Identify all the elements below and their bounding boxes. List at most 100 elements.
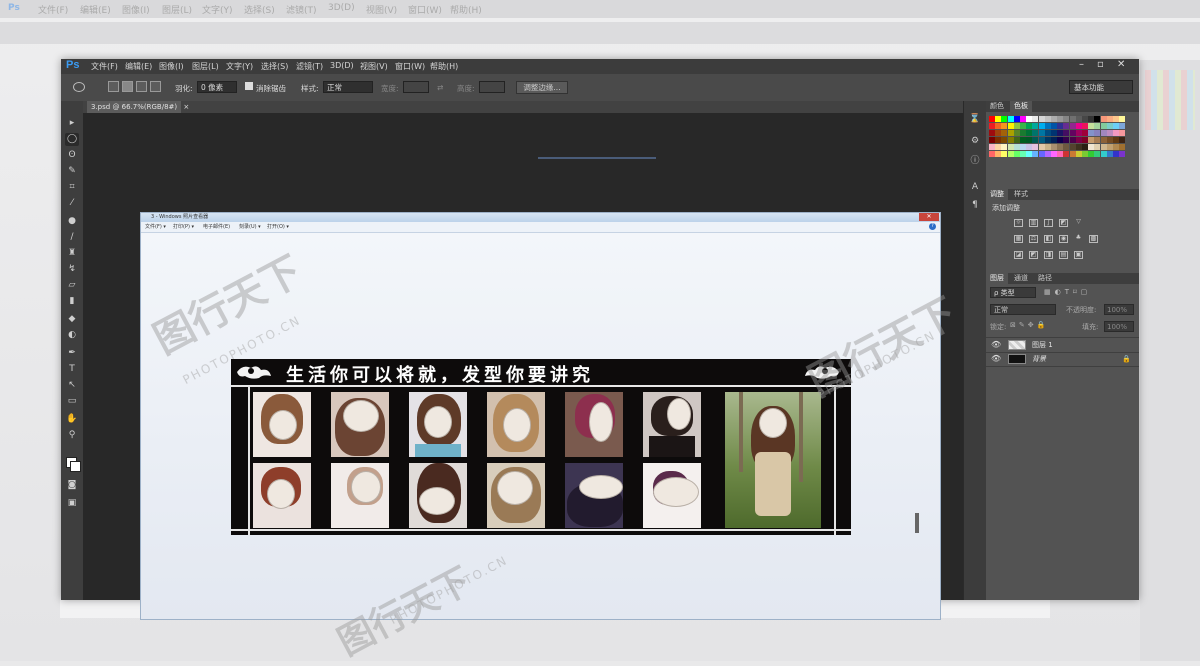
color-swatch[interactable]	[989, 130, 995, 136]
menu-file[interactable]: 文件(F)	[91, 61, 118, 72]
color-swatch[interactable]	[1007, 116, 1014, 122]
color-swatch[interactable]	[1051, 144, 1057, 150]
new-selection-icon[interactable]	[108, 81, 119, 92]
color-swatch[interactable]	[1063, 151, 1070, 157]
color-swatch[interactable]	[1094, 151, 1101, 157]
color-swatch[interactable]	[1082, 137, 1088, 143]
color-swatch[interactable]	[1094, 116, 1101, 122]
color-swatch[interactable]	[1057, 151, 1064, 157]
document-tab[interactable]: 3.psd @ 66.7%(RGB/8#) ×	[87, 101, 189, 113]
layer-row[interactable]: 👁 图层 1	[986, 337, 1139, 353]
levels-icon[interactable]: ▥	[1029, 219, 1038, 227]
color-swatch[interactable]	[1069, 123, 1076, 129]
swatches-grid[interactable]	[989, 116, 1127, 176]
color-swatch[interactable]	[1001, 137, 1008, 143]
color-swatch[interactable]	[1044, 116, 1051, 122]
color-swatch[interactable]	[1038, 137, 1045, 143]
eyedropper-icon[interactable]: ⁄	[65, 197, 79, 210]
color-swatch[interactable]	[1113, 137, 1119, 143]
color-swatch[interactable]	[1063, 123, 1070, 129]
color-swatch[interactable]	[1106, 144, 1113, 150]
color-swatch[interactable]	[1106, 130, 1113, 136]
color-swatch[interactable]	[1082, 116, 1088, 122]
color-swatch[interactable]	[1106, 116, 1113, 122]
color-swatch[interactable]	[989, 144, 995, 150]
color-swatch[interactable]	[1082, 123, 1088, 129]
opacity-input[interactable]: 100%	[1104, 304, 1134, 315]
type-tool-icon[interactable]: T	[65, 363, 79, 376]
photo-filter-icon[interactable]: ◉	[1059, 235, 1068, 243]
color-swatch[interactable]	[1020, 130, 1026, 136]
color-swatch[interactable]	[995, 137, 1002, 143]
curves-icon[interactable]: ∫	[1044, 219, 1053, 227]
color-swatch[interactable]	[1044, 144, 1051, 150]
move-tool-icon[interactable]: ▸	[65, 117, 79, 130]
black-white-icon[interactable]: ◧	[1044, 235, 1053, 243]
color-swatch[interactable]	[1001, 116, 1008, 122]
color-swatch[interactable]	[1044, 130, 1051, 136]
color-swatch[interactable]	[1063, 116, 1070, 122]
color-swatch[interactable]	[1100, 123, 1107, 129]
menu-3d[interactable]: 3D(D)	[330, 61, 354, 70]
menu-window[interactable]: 窗口(W)	[395, 61, 425, 72]
pen-tool-icon[interactable]: ✒	[65, 347, 79, 360]
color-swatch[interactable]	[1075, 137, 1082, 143]
tab-channels[interactable]: 通道	[1010, 273, 1032, 284]
color-swatch[interactable]	[1013, 144, 1020, 150]
color-swatch[interactable]	[1051, 116, 1057, 122]
color-swatch[interactable]	[1044, 151, 1051, 157]
color-swatch[interactable]	[1026, 137, 1033, 143]
brush-tool-icon[interactable]: ∕	[65, 231, 79, 244]
color-swatch[interactable]	[1057, 137, 1064, 143]
marquee-tool-icon[interactable]: ◯	[65, 133, 79, 146]
feather-input[interactable]: 0 像素	[197, 81, 237, 93]
color-swatch[interactable]	[989, 123, 995, 129]
color-swatch[interactable]	[1051, 151, 1057, 157]
color-swatch[interactable]	[995, 144, 1002, 150]
color-swatch[interactable]	[1069, 151, 1076, 157]
menu-type[interactable]: 文字(Y)	[226, 61, 253, 72]
color-swatch[interactable]	[1051, 137, 1057, 143]
exposure-icon[interactable]: ◩	[1059, 219, 1068, 227]
color-swatch[interactable]	[1069, 137, 1076, 143]
color-swatch[interactable]	[1119, 123, 1126, 129]
color-swatch[interactable]	[1069, 130, 1076, 136]
color-swatch[interactable]	[1069, 144, 1076, 150]
intersect-selection-icon[interactable]	[150, 81, 161, 92]
color-swatch[interactable]	[1038, 130, 1045, 136]
color-swatch[interactable]	[1032, 123, 1039, 129]
color-swatch[interactable]	[1094, 130, 1101, 136]
color-swatch[interactable]	[1119, 151, 1126, 157]
brightness-icon[interactable]: ☼	[1014, 219, 1023, 227]
color-swatch[interactable]	[989, 151, 995, 157]
refine-edge-button[interactable]: 调整边缘...	[516, 81, 568, 94]
color-swatch[interactable]	[1113, 123, 1119, 129]
color-swatch[interactable]	[989, 116, 995, 122]
color-swatch[interactable]	[995, 123, 1002, 129]
menu-filter[interactable]: 滤镜(T)	[296, 61, 323, 72]
swap-icon[interactable]: ⇄	[437, 83, 443, 92]
color-swatch[interactable]	[1020, 123, 1026, 129]
color-swatch[interactable]	[1100, 151, 1107, 157]
style-select[interactable]: 正常	[323, 81, 373, 93]
color-swatch[interactable]	[1082, 144, 1088, 150]
viewer-help-icon[interactable]: ?	[929, 223, 936, 230]
color-swatch[interactable]	[1088, 137, 1095, 143]
color-swatch[interactable]	[1051, 123, 1057, 129]
color-swatch[interactable]	[1088, 144, 1095, 150]
color-swatch[interactable]	[1094, 144, 1101, 150]
color-swatch[interactable]	[1088, 151, 1095, 157]
menu-image[interactable]: 图像(I)	[159, 61, 184, 72]
color-swatch[interactable]	[1113, 116, 1119, 122]
color-swatch[interactable]	[1057, 116, 1064, 122]
lasso-tool-icon[interactable]: ʘ	[65, 149, 79, 162]
color-swatch[interactable]	[1119, 130, 1126, 136]
tab-color[interactable]: 颜色	[986, 101, 1008, 112]
eraser-tool-icon[interactable]: ▱	[65, 279, 79, 292]
color-swatch[interactable]	[1001, 130, 1008, 136]
clone-stamp-icon[interactable]: ♜	[65, 247, 79, 260]
crop-tool-icon[interactable]: ⌗	[65, 181, 79, 194]
color-swatch[interactable]	[1063, 144, 1070, 150]
color-swatch[interactable]	[1038, 144, 1045, 150]
channel-mixer-icon[interactable]: ♣	[1074, 235, 1083, 243]
